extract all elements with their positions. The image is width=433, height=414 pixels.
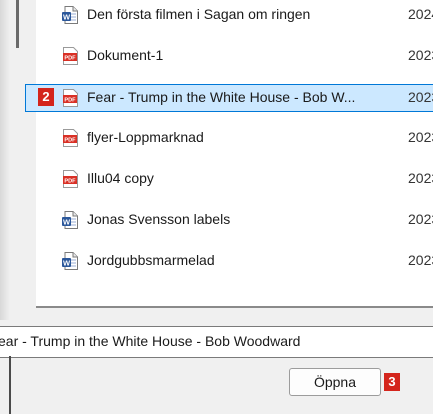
svg-text:PDF: PDF [64,97,76,103]
file-row[interactable]: W Jonas Svensson labels 2023 [36,205,433,235]
file-name: Illu04 copy [87,170,154,186]
pdf-icon: PDF [62,47,78,65]
word-icon: W [62,252,78,270]
file-name: Jordgubbsmarmelad [87,252,215,268]
file-date: 2023 [408,252,433,268]
file-date: 2023 [408,129,433,145]
file-name: Fear - Trump in the White House - Bob W.… [87,89,356,105]
navigation-pane-divider [16,0,19,48]
file-date: 2023 [408,89,433,105]
file-row[interactable]: W Den första filmen i Sagan om ringen 20… [36,0,433,30]
filename-field[interactable] [0,326,433,358]
svg-text:PDF: PDF [64,55,76,61]
file-name: Dokument-1 [87,47,164,63]
window-edge-shadow [0,0,10,320]
dialog-edge [9,356,11,414]
pdf-icon: PDF [62,170,78,188]
file-row[interactable]: PDF Illu04 copy 2023 [36,164,433,194]
file-name: flyer-Loppmarknad [87,129,204,145]
filename-input[interactable] [0,327,430,355]
pdf-icon: PDF [62,89,78,107]
file-name: Den första filmen i Sagan om ringen [87,6,311,22]
svg-text:PDF: PDF [64,137,76,143]
file-list[interactable]: W Den första filmen i Sagan om ringen 20… [36,0,433,308]
svg-text:W: W [63,258,71,267]
file-date: 2024 [408,6,433,22]
file-name: Jonas Svensson labels [87,211,231,227]
file-row-selected[interactable]: 2 PDF Fear - Trump in the White House - … [25,84,433,112]
step-badge-3: 3 [384,373,400,391]
file-row[interactable]: W Jordgubbsmarmelad 2023 [36,246,433,276]
word-icon: W [62,6,78,24]
word-icon: W [62,211,78,229]
svg-text:W: W [63,12,71,21]
svg-text:PDF: PDF [64,178,76,184]
step-badge-2: 2 [38,88,54,106]
open-button[interactable]: Öppna [289,368,381,396]
file-date: 2023 [408,47,433,63]
file-date: 2023 [408,211,433,227]
svg-text:W: W [63,217,71,226]
file-row[interactable]: PDF flyer-Loppmarknad 2023 [36,123,433,153]
file-date: 2023 [408,170,433,186]
file-row[interactable]: PDF Dokument-1 2023 [36,41,433,71]
pdf-icon: PDF [62,129,78,147]
